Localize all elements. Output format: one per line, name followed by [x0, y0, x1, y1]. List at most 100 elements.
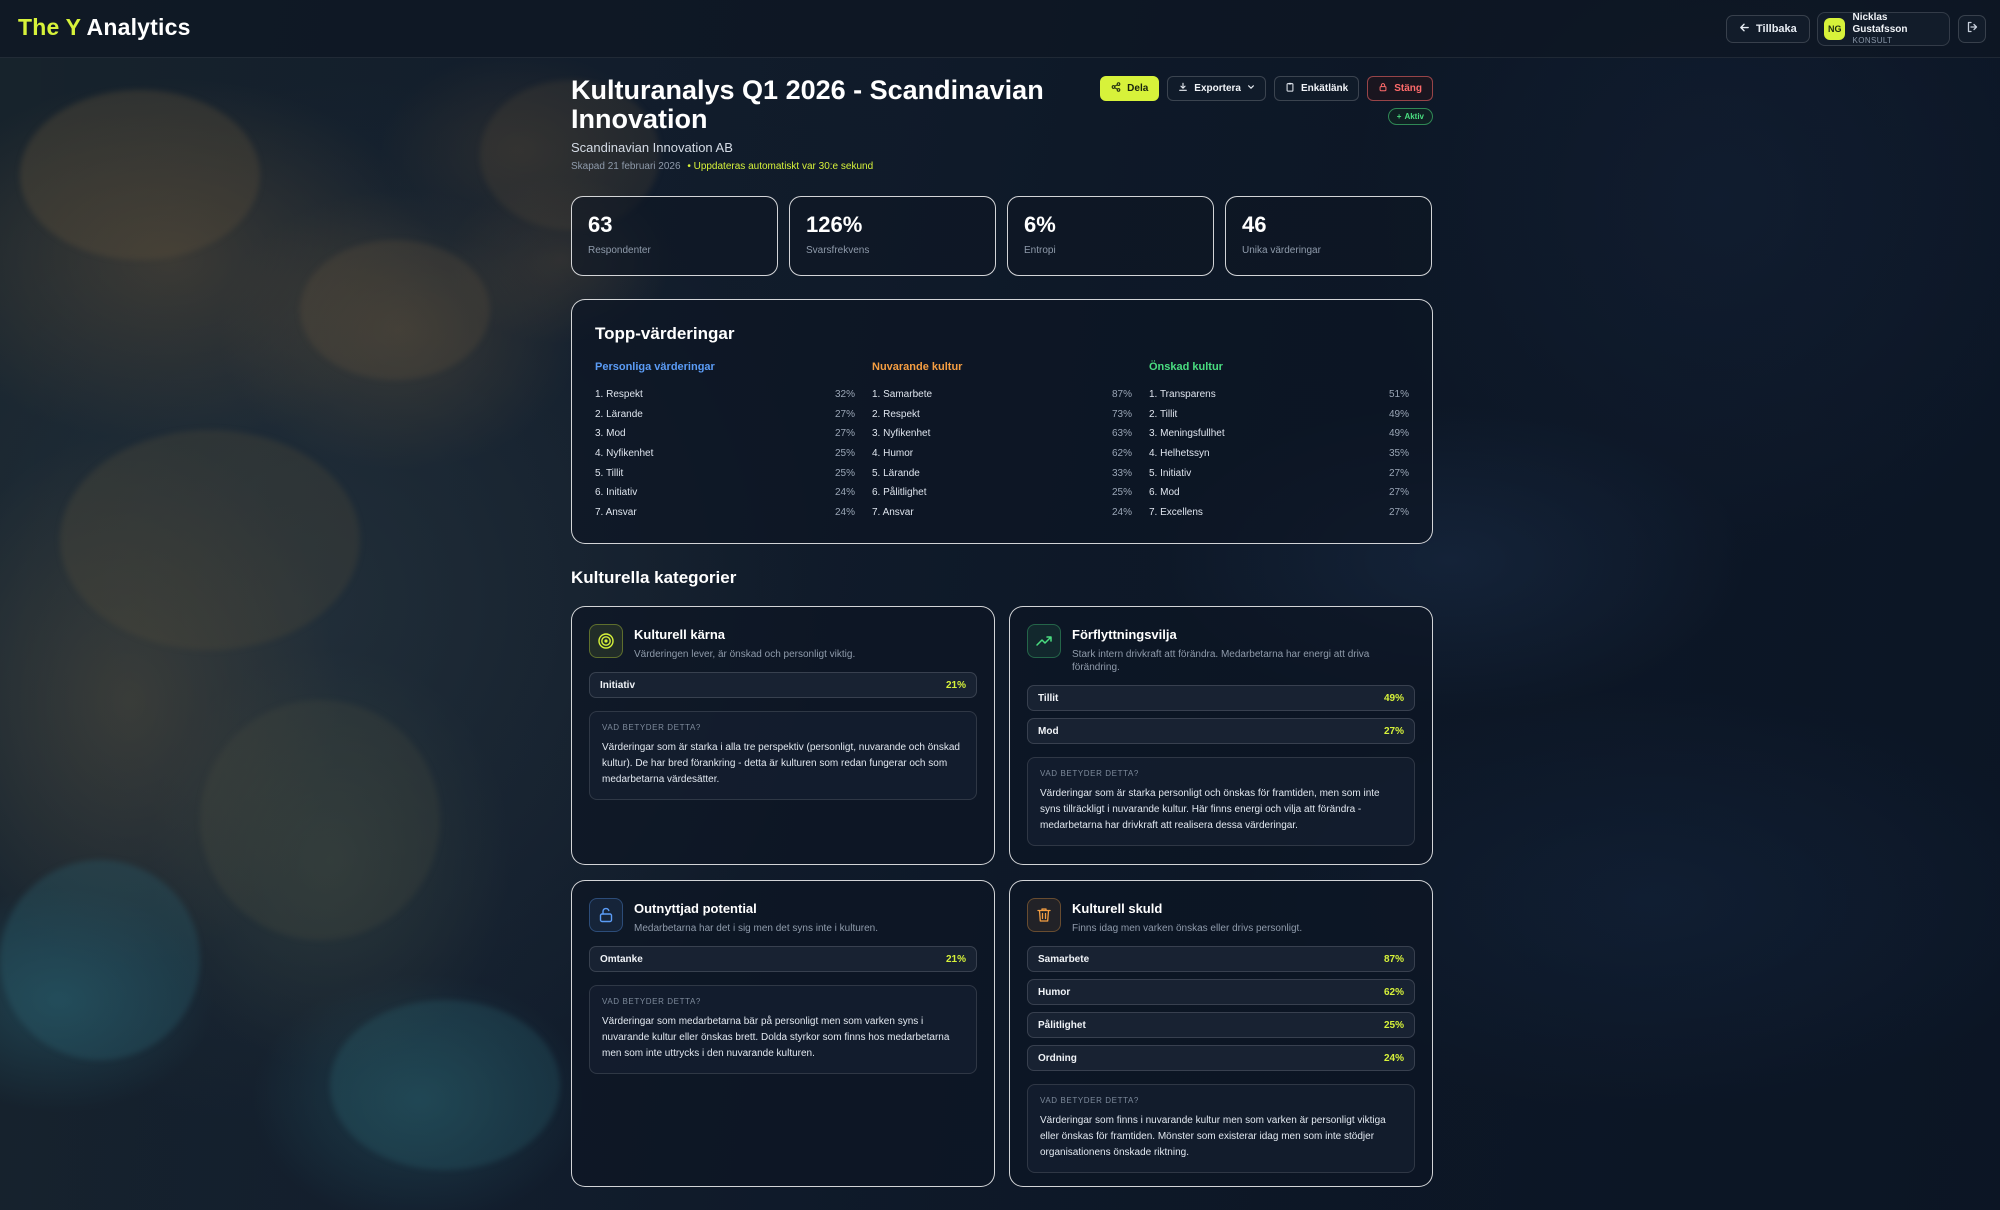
logo-accent-text: The Y	[18, 14, 81, 40]
category-name: Outnyttjad potential	[634, 901, 757, 916]
value-label: 3. Meningsfullhet	[1149, 428, 1225, 440]
user-menu[interactable]: NG Nicklas Gustafsson KONSULT	[1817, 12, 1950, 46]
back-button[interactable]: Tillbaka	[1726, 15, 1810, 43]
status-badge: + Aktiv	[1387, 108, 1433, 125]
value-percent: 27%	[1388, 487, 1409, 499]
category-name: Förflyttningsvilja	[1072, 627, 1177, 642]
arrow-left-icon	[1739, 22, 1750, 36]
share-button[interactable]: Dela	[1100, 76, 1160, 101]
export-dropdown[interactable]: Exportera	[1167, 76, 1266, 101]
value-percent: 32%	[834, 389, 855, 401]
export-label: Exportera	[1194, 83, 1241, 94]
unlock-icon	[589, 898, 623, 932]
value-label: 5. Initiativ	[1149, 467, 1192, 479]
logout-icon	[1966, 20, 1978, 38]
value-chip: Ordning 24%	[1027, 1045, 1415, 1071]
stat-value: 6%	[1024, 212, 1056, 237]
header-actions: Dela Exportera Enkätlänk Stäng	[1100, 76, 1433, 101]
value-percent: 25%	[1111, 487, 1132, 499]
value-percent: 73%	[1111, 408, 1132, 420]
list-item: 2. Respekt 73%	[872, 405, 1132, 425]
value-label: 3. Nyfikenhet	[872, 428, 931, 440]
category-card-core: Kulturell kärna Värderingen lever, är ön…	[571, 606, 995, 865]
chevron-down-icon	[1247, 83, 1255, 94]
list-item: 5. Lärande 33%	[872, 463, 1132, 483]
share-label: Dela	[1127, 83, 1149, 94]
top-values-title: Topp-värderingar	[595, 324, 735, 343]
avatar: NG	[1824, 18, 1846, 40]
category-values: Tillit 49% Mod 27%	[1027, 685, 1415, 744]
value-percent: 24%	[834, 506, 855, 518]
survey-link-button[interactable]: Enkätlänk	[1273, 76, 1360, 101]
explanation-text: Värderingar som medarbetarna bär på pers…	[602, 1016, 950, 1059]
chip-percent: 87%	[1383, 953, 1404, 965]
list-item: 1. Transparens 51%	[1149, 385, 1409, 405]
value-percent: 25%	[834, 467, 855, 479]
explanation-heading: VAD BETYDER DETTA?	[602, 997, 701, 1006]
stat-card-respondents: 63 Respondenter	[571, 196, 778, 276]
value-chip: Samarbete 87%	[1027, 946, 1415, 972]
value-percent: 51%	[1388, 389, 1409, 401]
stat-label: Svarsfrekvens	[806, 245, 870, 256]
meta-line: Skapad 21 februari 2026 • Uppdateras aut…	[571, 161, 873, 172]
value-percent: 33%	[1111, 467, 1132, 479]
category-header: Förflyttningsvilja Stark intern drivkraf…	[1027, 624, 1415, 674]
list-item: 4. Nyfikenhet 25%	[595, 444, 855, 464]
status-badge-label: Aktiv	[1404, 112, 1424, 121]
value-label: 6. Initiativ	[595, 487, 638, 499]
stat-label: Respondenter	[588, 245, 651, 256]
value-label: 7. Excellens	[1149, 506, 1203, 518]
stat-card-entropy: 6% Entropi	[1007, 196, 1214, 276]
value-label: 2. Lärande	[595, 408, 643, 420]
trending-up-icon	[1027, 624, 1061, 658]
category-description: Medarbetarna har det i sig men det syns …	[634, 923, 879, 934]
share-icon	[1111, 82, 1121, 95]
value-percent: 27%	[1388, 506, 1409, 518]
stats-row: 63 Respondenter 126% Svarsfrekvens 6% En…	[571, 196, 1433, 276]
value-percent: 87%	[1111, 389, 1132, 401]
app-logo[interactable]: The Y Analytics	[18, 14, 191, 41]
value-label: 1. Transparens	[1149, 389, 1216, 401]
stat-label: Unika värderingar	[1242, 245, 1321, 256]
lock-icon	[1378, 82, 1388, 95]
chip-percent: 21%	[945, 953, 966, 965]
value-label: 6. Mod	[1149, 487, 1180, 499]
category-card-change-will: Förflyttningsvilja Stark intern drivkraf…	[1009, 606, 1433, 865]
list-item: 7. Ansvar 24%	[872, 503, 1132, 523]
value-label: 4. Helhetssyn	[1149, 448, 1210, 460]
value-percent: 27%	[834, 408, 855, 420]
value-percent: 25%	[834, 448, 855, 460]
list-item: 1. Respekt 32%	[595, 385, 855, 405]
logout-button[interactable]	[1958, 15, 1986, 43]
value-chip: Mod 27%	[1027, 718, 1415, 744]
category-values: Samarbete 87% Humor 62% Pålitlighet 25% …	[1027, 946, 1415, 1071]
survey-link-label: Enkätlänk	[1300, 83, 1349, 94]
top-values-column: Önskad kultur 1. Transparens 51% 2. Tillit 4…	[1149, 361, 1409, 522]
category-name: Kulturell kärna	[634, 627, 726, 642]
page-title: Kulturanalys Q1 2026 - Scandinavian Inno…	[571, 75, 1044, 134]
category-description: Finns idag men varken önskas eller drivs…	[1072, 923, 1303, 934]
list-item: 2. Lärande 27%	[595, 405, 855, 425]
auto-update-notice: • Uppdateras automatiskt var 30:e sekund	[687, 161, 874, 172]
value-chip: Initiativ 21%	[589, 672, 977, 698]
column-heading: Nuvarande kultur	[872, 361, 963, 373]
explanation-box: VAD BETYDER DETTA? Värderingar som är st…	[589, 711, 977, 800]
value-label: 5. Tillit	[595, 467, 624, 479]
close-survey-button[interactable]: Stäng	[1367, 76, 1433, 101]
value-percent: 35%	[1388, 448, 1409, 460]
value-label: 2. Tillit	[1149, 408, 1178, 420]
category-values: Initiativ 21%	[589, 672, 977, 698]
category-values: Omtanke 21%	[589, 946, 977, 972]
chip-label: Tillit	[1038, 692, 1059, 704]
list-item: 5. Tillit 25%	[595, 463, 855, 483]
explanation-text: Värderingar som är starka personligt och…	[1040, 788, 1380, 831]
value-label: 6. Pålitlighet	[872, 487, 927, 499]
download-icon	[1178, 82, 1188, 95]
explanation-heading: VAD BETYDER DETTA?	[1040, 1096, 1139, 1105]
value-label: 3. Mod	[595, 428, 626, 440]
plus-icon: +	[1396, 112, 1402, 121]
stat-card-unique-values: 46 Unika värderingar	[1225, 196, 1432, 276]
stat-card-response-rate: 126% Svarsfrekvens	[789, 196, 996, 276]
value-label: 1. Respekt	[595, 389, 643, 401]
category-header: Kulturell skuld Finns idag men varken ön…	[1027, 898, 1415, 935]
